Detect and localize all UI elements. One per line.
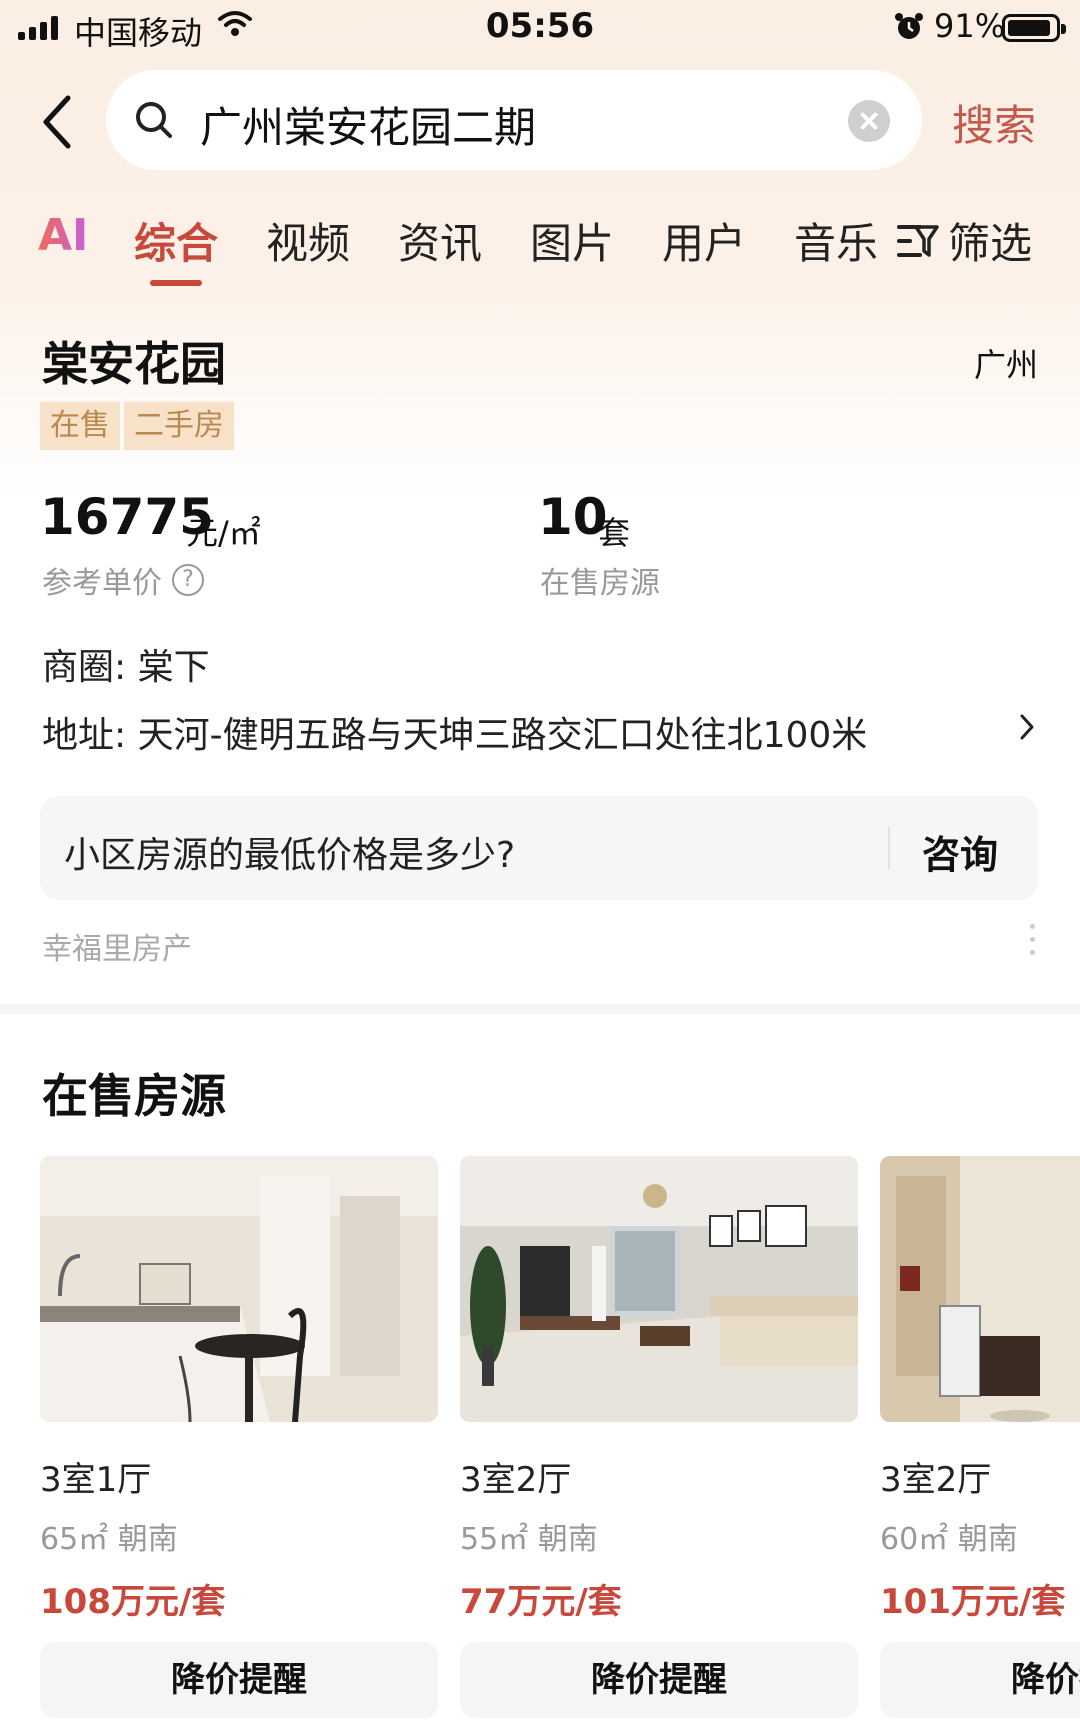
search-icon [136,102,172,138]
battery-percent: 91% [934,7,1006,45]
unit-price-unit: 元/㎡ [186,514,261,552]
tab-video[interactable]: 视频 [266,210,350,271]
community-name[interactable]: 棠安花园 [42,328,226,394]
price-drop-alert-button[interactable]: 降价提醒 [880,1642,1080,1718]
filter-icon [897,224,939,257]
search-button[interactable]: 搜索 [952,92,1036,153]
section-title: 在售房源 [42,1069,226,1123]
listing-meta: 65㎡ 朝南 [40,1522,178,1557]
battery-icon [1002,14,1066,42]
listing-layout: 3室1厅 [40,1460,152,1500]
more-options-icon[interactable] [1030,924,1036,963]
listing-layout: 3室2厅 [880,1460,992,1500]
business-area: 商圈: 棠下 [42,647,210,688]
chevron-right-icon[interactable] [1018,712,1036,742]
listing-meta: 60㎡ 朝南 [880,1522,1018,1557]
search-query[interactable]: 广州棠安花园二期 [200,94,536,155]
back-arrow-icon[interactable] [38,92,78,152]
unit-price-label: 参考单价 ? [42,558,204,602]
active-tab-indicator [150,280,202,286]
listing-photo[interactable] [880,1156,1080,1422]
listing-photo[interactable] [460,1156,858,1422]
consult-divider [888,826,890,870]
price-drop-alert-button[interactable]: 降价提醒 [460,1642,858,1718]
tab-music[interactable]: 音乐 [794,210,878,271]
filter-label: 筛选 [948,219,1033,268]
listing-price: 77万元/套 [460,1582,622,1622]
tab-news[interactable]: 资讯 [398,210,482,271]
section-divider [0,1004,1080,1014]
listing-price: 101万元/套 [880,1582,1066,1622]
listing-layout: 3室2厅 [460,1460,572,1500]
listing-count-label: 在售房源 [540,566,660,601]
listing-meta: 55㎡ 朝南 [460,1522,598,1557]
tab-images[interactable]: 图片 [530,210,614,271]
search-input[interactable]: 广州棠安花园二期 [106,70,922,170]
tag-second-hand: 二手房 [124,402,234,450]
status-bar: 中国移动 05:56 91% [0,0,1080,56]
tab-comprehensive[interactable]: 综合 [134,210,218,271]
price-drop-alert-button[interactable]: 降价提醒 [40,1642,438,1718]
unit-price-label-text: 参考单价 [42,566,162,601]
tab-users[interactable]: 用户 [662,210,746,271]
tag-on-sale: 在售 [40,402,120,450]
address-link[interactable]: 地址: 天河-健明五路与天坤三路交汇口处往北100米 [42,706,867,758]
source-label: 幸福里房产 [42,932,192,967]
filter-button[interactable]: 筛选 [896,210,1032,271]
listing-photo[interactable] [40,1156,438,1422]
alarm-icon [895,13,923,39]
consult-bar[interactable]: 小区房源的最低价格是多少? 咨询 [40,796,1038,900]
listing-price: 108万元/套 [40,1582,226,1622]
consult-question[interactable]: 小区房源的最低价格是多少? [64,826,515,878]
tab-ai[interactable]: AI [38,210,88,261]
city-label: 广州 [974,346,1039,384]
consult-button[interactable]: 咨询 [922,824,998,879]
listing-count-unit: 套 [598,514,631,552]
clear-icon[interactable] [848,100,890,142]
help-icon[interactable]: ? [172,564,204,596]
